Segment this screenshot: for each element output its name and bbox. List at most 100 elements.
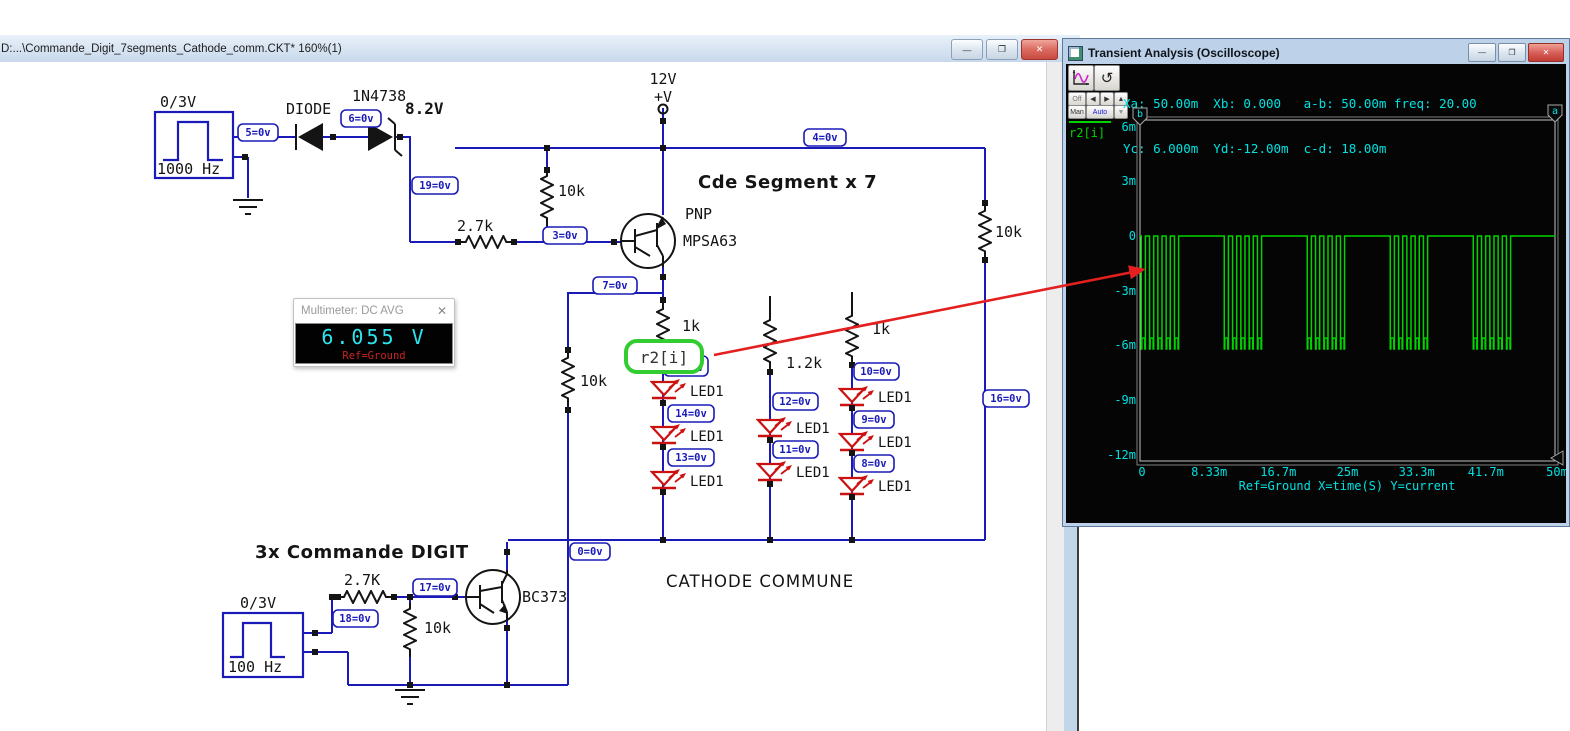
scope-titlebar[interactable]: Transient Analysis (Oscilloscope) — ❐ ✕ <box>1066 42 1566 64</box>
scope-plot: 6m 3m 0 -3m -6m -9m -12m 0 8.33m 16.7m 2… <box>1107 104 1566 493</box>
y-tick-0: 0 <box>1129 229 1136 243</box>
node-label-11[interactable]: 11=0v <box>772 440 819 459</box>
node-label-0[interactable]: 0=0v <box>569 542 611 561</box>
node-label-9[interactable]: 9=0v <box>853 410 895 429</box>
rescale-button[interactable]: ↺ <box>1094 65 1120 91</box>
q1-type: PNP <box>685 205 712 223</box>
transistor-npn-bc373[interactable]: BC373 <box>465 569 567 625</box>
heading-cathode: CATHODE COMMUNE <box>666 572 854 591</box>
scope-close-button[interactable]: ✕ <box>1528 43 1564 62</box>
scope-minimize-button[interactable]: — <box>1468 43 1496 62</box>
ground-symbol-bottom[interactable] <box>394 689 426 705</box>
diode-d1[interactable]: DIODE <box>286 100 331 151</box>
resistor-2.7k-top[interactable]: 2.7k <box>457 217 514 249</box>
scope-title: Transient Analysis (Oscilloscope) <box>1088 46 1280 60</box>
svg-text:9=0v: 9=0v <box>861 414 886 426</box>
svg-text:1.2k: 1.2k <box>786 354 822 372</box>
svg-text:a: a <box>1552 106 1558 117</box>
minimize-icon: — <box>1478 48 1486 57</box>
restore-button[interactable]: ❐ <box>986 39 1018 60</box>
svg-text:LED1: LED1 <box>690 429 724 445</box>
diode-label: DIODE <box>286 100 331 118</box>
resistor-10k-left[interactable]: 10k <box>561 352 607 406</box>
cursor-a-flag[interactable]: a <box>1547 104 1563 123</box>
scope-client-area: ↺ Off ◀ ▶ ▲ Man Auto ▼ Xa: 50.00m Xb: 0.… <box>1066 64 1566 523</box>
wires[interactable] <box>233 108 986 686</box>
scope-restore-button[interactable]: ❐ <box>1498 43 1526 62</box>
resistor-2.7k-bottom[interactable]: 2.7K <box>338 571 394 604</box>
svg-text:19=0v: 19=0v <box>419 180 451 192</box>
node-label-10[interactable]: 10=0v <box>853 362 900 381</box>
circuit-window: D:...\Commande_Digit_7segments_Cathode_c… <box>0 35 1080 731</box>
resistor-10k-top[interactable]: 10k <box>540 170 585 226</box>
node-label-17[interactable]: 17=0v <box>412 578 458 597</box>
svg-text:3=0v: 3=0v <box>552 230 577 242</box>
resistor-1k-col3[interactable]: 1k <box>845 292 890 364</box>
svg-text:0=0v: 0=0v <box>577 546 602 558</box>
node-label-8[interactable]: 8=0v <box>853 454 895 473</box>
manual-scale-button[interactable]: Man <box>1068 105 1086 119</box>
led-column-3[interactable]: LED1 LED1 LED1 <box>838 385 912 496</box>
scope-window-icon <box>1068 45 1083 61</box>
multimeter-titlebar[interactable]: Multimeter: DC AVG ✕ <box>294 299 454 323</box>
x-tick-167m: 16.7m <box>1260 465 1296 479</box>
scope-window-buttons: — ❐ ✕ <box>1468 43 1564 62</box>
y-tick-n9m: -9m <box>1114 393 1136 407</box>
cursor-a-axis-marker[interactable] <box>1550 450 1564 466</box>
resistor-10k-bottom[interactable]: 10k <box>403 603 451 657</box>
multimeter-window[interactable]: Multimeter: DC AVG ✕ 6.055 V Ref=Ground <box>293 298 455 367</box>
supply-terminal: +V <box>654 88 672 106</box>
svg-text:13=0v: 13=0v <box>675 452 707 464</box>
svg-text:7=0v: 7=0v <box>602 280 627 292</box>
ground-symbol-top[interactable] <box>232 199 264 215</box>
off-button[interactable]: Off <box>1068 92 1086 106</box>
multimeter-value: 6.055 V <box>321 325 427 349</box>
schematic-canvas[interactable]: 0/3V 1000 Hz 0/3V 100 Hz 12V +V DIODE 1N… <box>0 62 1046 731</box>
multimeter-ref: Ref=Ground <box>342 350 406 362</box>
node-label-19[interactable]: 19=0v <box>411 176 459 195</box>
resistor-10k-right[interactable]: 10k <box>978 205 1022 259</box>
pulse-source-100hz[interactable]: 0/3V 100 Hz <box>221 594 305 679</box>
node-label-18[interactable]: 18=0v <box>332 609 379 628</box>
schematic-drawing: 0/3V 1000 Hz 0/3V 100 Hz 12V +V DIODE 1N… <box>153 70 1030 705</box>
y-tick-n6m: -6m <box>1114 338 1136 352</box>
circuit-window-title: D:...\Commande_Digit_7segments_Cathode_c… <box>1 42 342 55</box>
pulse-source-1000hz[interactable]: 0/3V 1000 Hz <box>153 93 235 180</box>
node-label-6[interactable]: 6=0v <box>340 109 382 128</box>
x-tick-833m: 8.33m <box>1191 465 1227 479</box>
zener-voltage: 8.2V <box>405 99 444 118</box>
source1-level: 0/3V <box>160 93 196 111</box>
svg-text:1k: 1k <box>872 320 890 338</box>
svg-text:5=0v: 5=0v <box>245 127 270 139</box>
q2-part: BC373 <box>522 588 567 606</box>
node-label-12[interactable]: 12=0v <box>772 392 819 411</box>
source2-level: 0/3V <box>240 594 276 612</box>
supply-12v[interactable]: 12V +V <box>649 70 677 115</box>
node-label-5[interactable]: 5=0v <box>237 123 279 142</box>
node-label-4[interactable]: 4=0v <box>803 128 847 147</box>
svg-text:1k: 1k <box>682 317 700 335</box>
current-probe-r2[interactable]: r2[i] <box>624 339 704 374</box>
y-tick-3m: 3m <box>1122 174 1136 188</box>
transistor-pnp-mpsa63[interactable]: PNP MPSA63 <box>620 205 737 269</box>
svg-text:LED1: LED1 <box>878 390 912 406</box>
waveform-plot-button[interactable] <box>1068 65 1094 91</box>
svg-text:10k: 10k <box>580 372 607 390</box>
svg-text:2.7K: 2.7K <box>344 571 380 589</box>
svg-text:10=0v: 10=0v <box>860 366 892 378</box>
node-label-16[interactable]: 16=0v <box>982 389 1030 408</box>
circuit-window-titlebar[interactable]: D:...\Commande_Digit_7segments_Cathode_c… <box>0 35 1080 63</box>
node-label-3[interactable]: 3=0v <box>542 226 588 245</box>
y-tick-n3m: -3m <box>1114 284 1136 298</box>
x-tick-333m: 33.3m <box>1399 465 1435 479</box>
node-label-14[interactable]: 14=0v <box>667 404 715 423</box>
resistor-1.2k-col2[interactable]: 1.2k <box>763 296 822 372</box>
source2-freq: 100 Hz <box>228 658 282 676</box>
svg-text:LED1: LED1 <box>690 474 724 490</box>
minimize-button[interactable]: — <box>951 39 983 60</box>
multimeter-close-icon[interactable]: ✕ <box>437 304 447 318</box>
close-button[interactable]: ✕ <box>1021 39 1058 60</box>
node-label-13[interactable]: 13=0v <box>667 448 715 467</box>
svg-text:2.7k: 2.7k <box>457 217 493 235</box>
node-label-7[interactable]: 7=0v <box>592 276 638 295</box>
